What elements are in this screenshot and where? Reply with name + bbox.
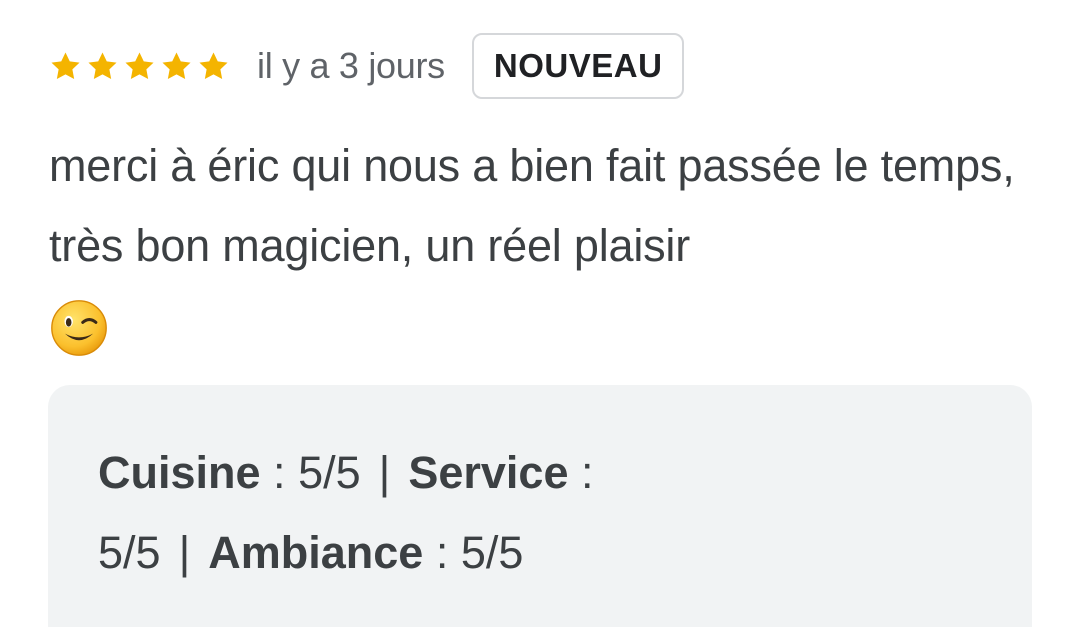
winking-face-icon	[51, 300, 107, 356]
category-ratings: Cuisine : 5/5 | Service : 5/5 | Ambiance : 5…	[98, 433, 718, 593]
star-icon	[51, 51, 80, 79]
rating-category-ambiance: Ambiance	[208, 527, 424, 578]
rating-separator: :	[423, 527, 461, 578]
star-icon	[162, 51, 191, 79]
review-date: il y a 3 jours	[257, 45, 445, 86]
star-icon	[199, 51, 228, 79]
review-body: merci à éric qui nous a bien fait passée…	[49, 126, 1039, 358]
review-card: il y a 3 jours NOUVEAU merci à éric qui …	[0, 0, 1080, 627]
star-icon	[125, 51, 154, 79]
star-icon	[88, 51, 117, 79]
new-badge: NOUVEAU	[471, 33, 685, 99]
rating-divider: |	[378, 447, 391, 498]
category-ratings-panel: Cuisine : 5/5 | Service : 5/5 | Ambiance : 5…	[48, 385, 1032, 627]
review-meta-row: il y a 3 jours NOUVEAU	[49, 33, 685, 99]
rating-score-ambiance: 5/5	[460, 527, 524, 578]
rating-divider: |	[178, 527, 191, 578]
rating-separator: :	[568, 447, 594, 498]
rating-category-cuisine: Cuisine	[98, 447, 261, 498]
rating-separator: :	[260, 447, 299, 498]
rating-score-service: 5/5	[98, 527, 161, 578]
star-rating	[49, 50, 230, 83]
rating-score-cuisine: 5/5	[298, 447, 361, 498]
review-body-text: merci à éric qui nous a bien fait passée…	[49, 140, 1015, 271]
rating-category-service: Service	[408, 447, 569, 498]
